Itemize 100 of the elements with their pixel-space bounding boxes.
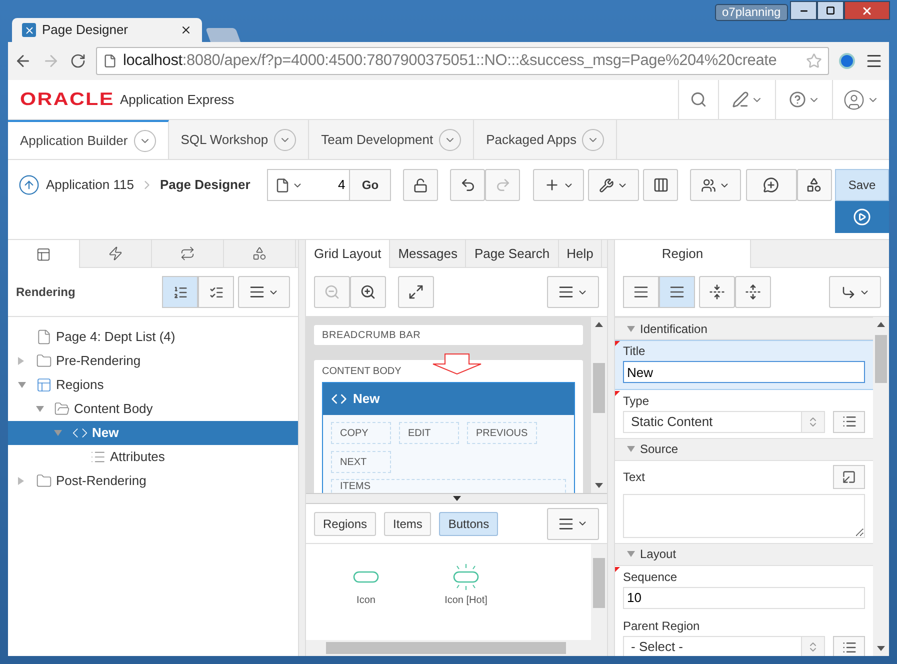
- button-slot[interactable]: NEXT: [331, 451, 391, 473]
- condensed-view-toggle[interactable]: [623, 276, 659, 308]
- tree-item[interactable]: Post-Rendering: [8, 469, 298, 493]
- gallery-item[interactable]: Icon: [336, 564, 396, 640]
- button-slot[interactable]: EDIT: [399, 422, 459, 444]
- nav-tab[interactable]: Packaged Apps: [474, 120, 618, 159]
- tree-item[interactable]: Regions: [8, 373, 298, 397]
- tree-item[interactable]: New: [8, 421, 298, 445]
- section-header[interactable]: Layout: [615, 542, 873, 566]
- new-tab-button[interactable]: [205, 28, 241, 42]
- collapse-triangle-icon[interactable]: [452, 496, 460, 501]
- zoom-in-button[interactable]: [350, 276, 386, 308]
- collapse-all-button[interactable]: [699, 276, 735, 308]
- scrollbar-thumb[interactable]: [593, 363, 605, 413]
- section-header[interactable]: Source: [615, 438, 873, 460]
- tree-item[interactable]: Page 4: Dept List (4): [8, 325, 298, 349]
- comments-button[interactable]: [746, 169, 797, 201]
- extension-icon[interactable]: [839, 53, 855, 69]
- up-down-icon: [807, 416, 819, 428]
- gallery-menu-button[interactable]: [547, 508, 599, 540]
- scrollbar-thumb[interactable]: [875, 335, 887, 383]
- go-to-group-button[interactable]: [829, 276, 881, 308]
- panel-tab[interactable]: Help: [558, 240, 602, 267]
- minimize-button[interactable]: [790, 1, 817, 20]
- list-button[interactable]: [833, 410, 865, 432]
- collapse-icon: [709, 284, 725, 300]
- go-button[interactable]: Go: [349, 169, 392, 201]
- page-menu-button[interactable]: [267, 169, 310, 201]
- nav-tab[interactable]: Team Development: [309, 120, 474, 159]
- scrollbar[interactable]: [591, 317, 607, 493]
- layout-button[interactable]: [643, 169, 678, 201]
- list-menu-button[interactable]: [238, 276, 290, 308]
- select-field[interactable]: - Select -: [623, 636, 825, 656]
- undo-button[interactable]: [450, 169, 486, 201]
- tree-item[interactable]: Attributes: [8, 445, 298, 469]
- list-button[interactable]: [833, 636, 865, 656]
- gallery-item-label: Icon: [356, 594, 376, 608]
- back-icon[interactable]: [14, 52, 32, 70]
- gallery-item[interactable]: Icon [Hot]: [436, 564, 496, 640]
- ordered-list-toggle[interactable]: [162, 276, 198, 308]
- expanded-triangle-icon[interactable]: [627, 446, 635, 452]
- comment-icon: [763, 177, 780, 193]
- button-slot[interactable]: COPY: [331, 422, 391, 444]
- nav-tab[interactable]: SQL Workshop: [168, 120, 310, 159]
- maximize-button[interactable]: [817, 1, 844, 20]
- expanded-triangle-icon[interactable]: [36, 406, 44, 412]
- menu-icon[interactable]: [865, 52, 883, 70]
- section-header[interactable]: Identification: [615, 317, 873, 340]
- grouped-list-toggle[interactable]: [198, 276, 234, 308]
- scroll-up-arrow-icon[interactable]: [877, 322, 885, 327]
- region-title: New: [353, 390, 380, 408]
- scrollbar[interactable]: [873, 317, 889, 656]
- expanded-triangle-icon[interactable]: [627, 551, 635, 557]
- layout-menu-button[interactable]: [547, 276, 599, 308]
- run-button[interactable]: [835, 201, 890, 233]
- panel-tab[interactable]: Page Search: [466, 240, 559, 267]
- tree-item[interactable]: Content Body: [8, 397, 298, 421]
- reload-icon[interactable]: [70, 53, 86, 69]
- unlock-button[interactable]: [403, 169, 438, 201]
- horizontal-scrollbar[interactable]: [306, 640, 607, 656]
- gallery-tab[interactable]: Regions: [314, 512, 376, 536]
- plus-icon: [544, 177, 560, 193]
- utilities-menu-button[interactable]: [588, 169, 640, 201]
- address-field[interactable]: localhost:8080/apex/f?p=4000:4500:7807900375051::NO:::&success_msg=Page%204%20create: [96, 47, 829, 75]
- folder-icon: [36, 353, 52, 369]
- panel-tab[interactable]: Grid Layout: [306, 240, 390, 268]
- expand-button[interactable]: [398, 276, 434, 308]
- nav-tab[interactable]: Application Builder: [8, 120, 169, 159]
- tree-item[interactable]: Pre-Rendering: [8, 349, 298, 373]
- property-label: Type: [623, 394, 650, 408]
- expand-icon: [745, 284, 761, 300]
- expanded-triangle-icon[interactable]: [627, 326, 635, 332]
- button-slot[interactable]: PREVIOUS: [467, 422, 537, 444]
- scrollbar-thumb[interactable]: [326, 642, 566, 654]
- code-editor-button[interactable]: [833, 464, 865, 488]
- gallery-tab[interactable]: Buttons: [439, 512, 498, 536]
- team-menu-button[interactable]: [690, 169, 742, 201]
- text-field[interactable]: New: [623, 361, 865, 383]
- lines-icon: [633, 284, 649, 300]
- breadcrumb-bar-slot[interactable]: BREADCRUMB BAR: [314, 325, 583, 345]
- gallery-tab[interactable]: Items: [384, 512, 432, 536]
- panel-tab[interactable]: [8, 240, 80, 268]
- scroll-down-arrow-icon[interactable]: [877, 646, 885, 651]
- maximize-icon: [826, 6, 835, 15]
- panel-tab[interactable]: Region: [615, 240, 751, 268]
- star-icon[interactable]: [806, 53, 822, 69]
- shared-components-button[interactable]: [796, 169, 832, 201]
- region-card[interactable]: New COPY EDIT PREVIOUS NEXT ITEMS: [322, 382, 575, 493]
- browser-tab[interactable]: Page Designer: [12, 18, 202, 42]
- select-field[interactable]: Static Content: [623, 410, 825, 432]
- expanded-view-toggle[interactable]: [659, 276, 695, 308]
- panel-tab[interactable]: Messages: [390, 240, 466, 267]
- scrollbar-thumb[interactable]: [593, 558, 605, 608]
- save-button[interactable]: Save: [835, 169, 890, 201]
- expanded-triangle-icon[interactable]: [18, 382, 26, 388]
- expand-all-button[interactable]: [735, 276, 771, 308]
- scrollbar[interactable]: [591, 544, 607, 640]
- close-button[interactable]: [844, 1, 890, 20]
- breadcrumb-link[interactable]: Application 115: [46, 175, 134, 195]
- text-field[interactable]: 10: [623, 586, 865, 608]
